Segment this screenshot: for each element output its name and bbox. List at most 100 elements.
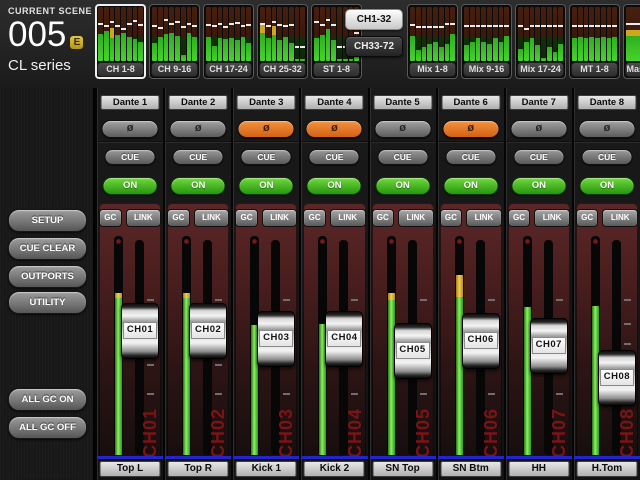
level-meter-peak: [388, 293, 395, 300]
meter-level-bar: [320, 35, 325, 61]
meter-block-mix-17-24[interactable]: Mix 17-24: [515, 4, 566, 79]
cue-button[interactable]: CUE: [445, 149, 496, 165]
fader-cap-label: CH08: [600, 369, 634, 386]
meter-block-mt-1-8[interactable]: MT 1-8: [569, 4, 620, 79]
top-bar: CURRENT SCENE 005 E CL series CH 1-8CH 9…: [0, 0, 640, 90]
cue-button[interactable]: CUE: [377, 149, 428, 165]
fader-position-dash: [464, 25, 469, 27]
fader-cap[interactable]: CH06: [462, 313, 500, 369]
phase-button[interactable]: ø: [374, 120, 431, 138]
meter-column: [246, 7, 251, 61]
phase-button[interactable]: ø: [238, 120, 295, 138]
phase-button[interactable]: ø: [170, 120, 227, 138]
meter-block-label: MT 1-8: [572, 63, 617, 76]
cue-button[interactable]: CUE: [513, 149, 564, 165]
link-button[interactable]: LINK: [126, 209, 162, 227]
phase-button[interactable]: ø: [442, 120, 499, 138]
gain-compensation-button[interactable]: GC: [372, 209, 395, 227]
channel-name-label: SN Btm: [440, 461, 501, 477]
on-button[interactable]: ON: [307, 177, 362, 195]
on-button[interactable]: ON: [443, 177, 498, 195]
gain-compensation-button[interactable]: GC: [440, 209, 463, 227]
strip-accent-line: [165, 456, 231, 459]
meter-block-ch-1-8[interactable]: CH 1-8: [95, 4, 146, 79]
fader-position-dash: [181, 26, 186, 28]
meter-block-label: CH 25-32: [260, 63, 305, 76]
sidebar-button-cue-clear[interactable]: CUE CLEAR: [8, 237, 87, 260]
fader-position-dash: [427, 26, 432, 28]
on-button[interactable]: ON: [579, 177, 634, 195]
fader-cap[interactable]: CH05: [394, 323, 432, 379]
meter-block-ch-17-24[interactable]: CH 17-24: [203, 4, 254, 79]
cue-button[interactable]: CUE: [105, 149, 156, 165]
fader-position-dash: [589, 25, 594, 27]
phase-button[interactable]: ø: [510, 120, 567, 138]
link-button[interactable]: LINK: [602, 209, 638, 227]
on-button[interactable]: ON: [375, 177, 430, 195]
link-button[interactable]: LINK: [330, 209, 366, 227]
phase-button[interactable]: ø: [102, 120, 159, 138]
on-button[interactable]: ON: [511, 177, 566, 195]
fader-panel: GCLINKCH04CH04: [303, 203, 365, 458]
on-button[interactable]: ON: [103, 177, 158, 195]
sidebar-button-setup[interactable]: SETUP: [8, 209, 87, 232]
fader-position-dash: [558, 25, 563, 27]
fader-position-dash: [152, 25, 157, 27]
fader-panel: GCLINKCH02CH02: [167, 203, 229, 458]
fader-cap[interactable]: CH04: [325, 311, 363, 367]
link-button[interactable]: LINK: [466, 209, 502, 227]
gain-compensation-button[interactable]: GC: [99, 209, 122, 227]
meter-column: [553, 7, 558, 61]
fader-position-dash: [320, 24, 325, 26]
link-button[interactable]: LINK: [398, 209, 434, 227]
fader-position-dash: [354, 32, 359, 34]
on-button[interactable]: ON: [171, 177, 226, 195]
meter-column: [337, 7, 342, 61]
link-button[interactable]: LINK: [534, 209, 570, 227]
meter-block-master[interactable]: Master: [623, 4, 640, 79]
meter-level-bar: [427, 44, 432, 61]
on-button[interactable]: ON: [239, 177, 294, 195]
gain-compensation-button[interactable]: GC: [508, 209, 531, 227]
bank-button-ch1-32[interactable]: CH1-32: [345, 9, 403, 30]
meter-column: [499, 7, 504, 61]
meter-block-ch-9-16[interactable]: CH 9-16: [149, 4, 200, 79]
fader-cap[interactable]: CH02: [189, 303, 227, 359]
gc-link-row: GCLINK: [235, 209, 297, 227]
phase-button[interactable]: ø: [306, 120, 363, 138]
fader-position-dash: [98, 23, 103, 25]
meter-block-meters: [260, 7, 305, 61]
gain-compensation-button[interactable]: GC: [303, 209, 326, 227]
meter-block-mix-9-16[interactable]: Mix 9-16: [461, 4, 512, 79]
meter-column: [164, 7, 169, 61]
meter-block-label: CH 17-24: [206, 63, 251, 76]
meter-block-ch-25-32[interactable]: CH 25-32: [257, 4, 308, 79]
sidebar-button-outports[interactable]: OUTPORTS: [8, 265, 87, 288]
channel-id-text: CH01: [140, 386, 161, 458]
sidebar-button-utility[interactable]: UTILITY: [8, 291, 87, 314]
gc-link-row: GCLINK: [372, 209, 434, 227]
gain-compensation-button[interactable]: GC: [576, 209, 599, 227]
cue-button[interactable]: CUE: [309, 149, 360, 165]
meter-level-bar: [445, 44, 450, 61]
fader-cap[interactable]: CH03: [257, 311, 295, 367]
meter-block-mix-1-8[interactable]: Mix 1-8: [407, 4, 458, 79]
phase-button[interactable]: ø: [578, 120, 635, 138]
link-button[interactable]: LINK: [262, 209, 298, 227]
meter-column: [110, 7, 115, 61]
fader-position-dash: [158, 27, 163, 29]
sidebar-button-all-gc-off[interactable]: ALL GC OFF: [8, 416, 87, 439]
cue-button[interactable]: CUE: [581, 149, 632, 165]
gain-compensation-button[interactable]: GC: [167, 209, 190, 227]
meter-column: [206, 7, 211, 61]
meter-column: [518, 7, 523, 61]
fader-cap[interactable]: CH07: [530, 318, 568, 374]
sidebar-button-all-gc-on[interactable]: ALL GC ON: [8, 388, 87, 411]
gain-compensation-button[interactable]: GC: [235, 209, 258, 227]
cue-button[interactable]: CUE: [241, 149, 292, 165]
cue-button[interactable]: CUE: [173, 149, 224, 165]
fader-position-dash: [612, 25, 617, 27]
fader-cap[interactable]: CH01: [121, 303, 159, 359]
bank-button-ch33-72[interactable]: CH33-72: [345, 36, 403, 57]
link-button[interactable]: LINK: [194, 209, 230, 227]
